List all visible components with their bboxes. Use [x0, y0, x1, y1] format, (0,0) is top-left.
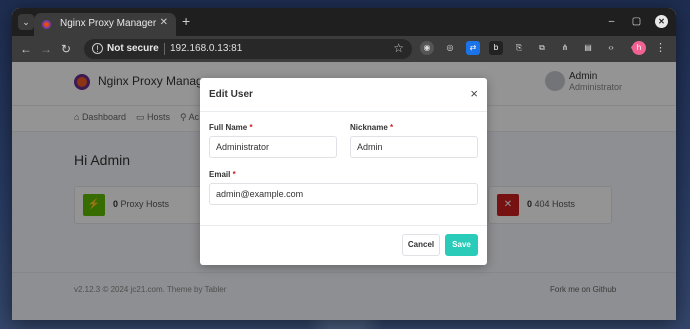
nginx-favicon-icon — [42, 20, 51, 29]
browser-toolbar: ← → ↻ ! Not secure 192.168.0.13:81 ☆ ◉ ◎… — [12, 36, 676, 62]
email-input[interactable] — [209, 183, 478, 205]
full-name-label-text: Full Name — [209, 123, 248, 132]
tab-search-button[interactable]: ⌄ — [18, 14, 34, 30]
window-controls: – ▢ ✕ — [605, 15, 668, 28]
required-mark: * — [390, 123, 394, 132]
email-label: Email * — [209, 170, 236, 179]
required-mark: * — [232, 170, 236, 179]
nickname-input[interactable] — [350, 136, 478, 158]
tab-bar: ⌄ Nginx Proxy Manager ✕ + – ▢ ✕ — [12, 8, 676, 36]
back-arrow-icon[interactable]: ← — [18, 41, 34, 57]
cancel-button[interactable]: Cancel — [402, 234, 440, 256]
email-label-text: Email — [209, 170, 231, 179]
extension-docs-icon[interactable]: ▤ — [581, 41, 595, 55]
modal-title: Edit User — [209, 89, 253, 100]
required-mark: * — [249, 123, 253, 132]
extension-clipboard-icon[interactable]: ⎘ — [512, 41, 526, 55]
extension-bold-icon[interactable]: b — [489, 41, 503, 55]
minimize-icon[interactable]: – — [605, 15, 618, 28]
profile-avatar-icon[interactable]: h — [632, 41, 646, 55]
browser-window: ⌄ Nginx Proxy Manager ✕ + – ▢ ✕ ← → ↻ ! … — [12, 8, 676, 320]
warning-icon: ! — [92, 43, 103, 54]
new-tab-button[interactable]: + — [182, 14, 190, 28]
edit-user-modal: Edit User × Full Name * Nickname * Email… — [200, 78, 487, 265]
tab-close-icon[interactable]: ✕ — [160, 17, 168, 28]
nickname-label: Nickname * — [350, 123, 393, 132]
browser-menu-icon[interactable]: ⋮ — [655, 41, 666, 54]
close-icon[interactable]: × — [470, 87, 478, 100]
save-button[interactable]: Save — [445, 234, 478, 256]
modal-header: Edit User × — [200, 78, 487, 112]
address-bar[interactable]: ! Not secure 192.168.0.13:81 ☆ — [84, 39, 412, 59]
url-text[interactable]: 192.168.0.13:81 — [170, 43, 242, 54]
bookmark-star-icon[interactable]: ☆ — [393, 41, 404, 55]
tab-title: Nginx Proxy Manager — [60, 18, 157, 29]
extension-wave-icon[interactable]: ◎ — [443, 41, 457, 55]
reload-icon[interactable]: ↻ — [58, 41, 74, 57]
full-name-label: Full Name * — [209, 123, 253, 132]
extension-circle-icon[interactable]: ◉ — [420, 41, 434, 55]
extensions-row: ◉ ◎ ⇄ b ⎘ ⧉ ⋔ ▤ ‹› ∞ — [420, 41, 641, 55]
maximize-icon[interactable]: ▢ — [630, 15, 643, 28]
omnibox-divider — [164, 43, 165, 55]
security-chip[interactable]: Not secure — [107, 43, 159, 54]
modal-footer-divider — [200, 225, 487, 226]
browser-tab[interactable]: Nginx Proxy Manager ✕ — [34, 13, 176, 36]
extension-code-icon[interactable]: ‹› — [604, 41, 618, 55]
extension-network-icon[interactable]: ⋔ — [558, 41, 572, 55]
forward-arrow-icon[interactable]: → — [38, 41, 54, 57]
nickname-label-text: Nickname — [350, 123, 388, 132]
window-close-icon[interactable]: ✕ — [655, 15, 668, 28]
full-name-input[interactable] — [209, 136, 337, 158]
extension-puzzle-icon[interactable]: ⧉ — [535, 41, 549, 55]
extension-translate-icon[interactable]: ⇄ — [466, 41, 480, 55]
